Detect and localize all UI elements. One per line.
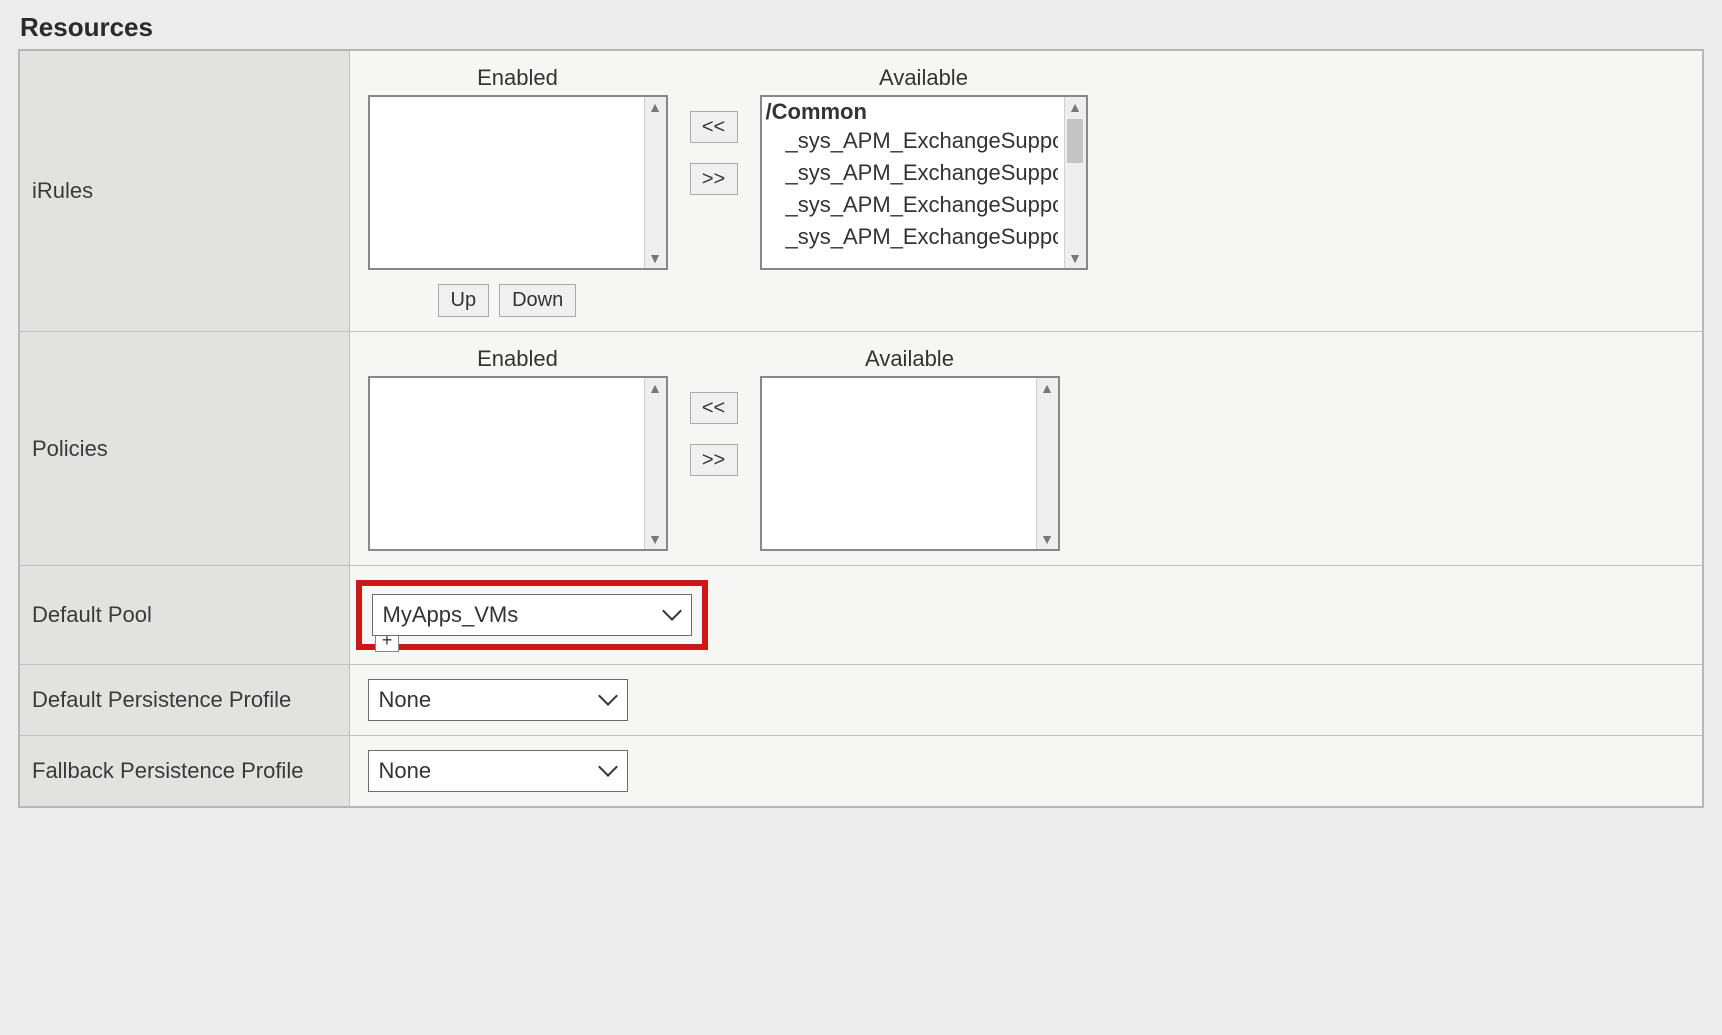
- scrollbar[interactable]: ▲ ▼: [1064, 97, 1086, 268]
- move-left-button[interactable]: <<: [690, 111, 738, 143]
- move-left-button[interactable]: <<: [690, 392, 738, 424]
- policies-available-label: Available: [865, 346, 954, 372]
- irules-label: iRules: [32, 178, 93, 203]
- default-pool-content: MyApps_VMs: [349, 566, 1703, 665]
- irules-label-cell: iRules: [19, 50, 349, 332]
- section-title: Resources: [20, 12, 1704, 43]
- irules-enabled-label: Enabled: [477, 65, 558, 91]
- default-persistence-select[interactable]: None: [368, 679, 628, 721]
- default-persistence-row: Default Persistence Profile None: [19, 665, 1703, 736]
- irules-content: Enabled ▲ ▼ << >> Available: [349, 50, 1703, 332]
- scroll-down-icon[interactable]: ▼: [1068, 248, 1082, 268]
- default-persistence-content: None: [349, 665, 1703, 736]
- fallback-persistence-label: Fallback Persistence Profile: [32, 758, 303, 783]
- fallback-persistence-select[interactable]: None: [368, 750, 628, 792]
- default-pool-row: Default Pool + MyApps_VMs: [19, 566, 1703, 665]
- scroll-down-icon[interactable]: ▼: [648, 529, 662, 549]
- policies-content: Enabled ▲ ▼ << >> Available: [349, 332, 1703, 566]
- resources-table: iRules Enabled ▲ ▼ <<: [18, 49, 1704, 808]
- chevron-down-icon: [601, 695, 617, 705]
- list-item[interactable]: _sys_APM_ExchangeSupport_OA: [768, 157, 1058, 189]
- scrollbar[interactable]: ▲ ▼: [644, 97, 666, 268]
- scroll-up-icon[interactable]: ▲: [1068, 97, 1082, 117]
- list-item[interactable]: _sys_APM_ExchangeSupport_ma: [768, 221, 1058, 253]
- scroll-thumb[interactable]: [1067, 119, 1083, 163]
- scrollbar[interactable]: ▲ ▼: [644, 378, 666, 549]
- irules-enabled-listbox[interactable]: ▲ ▼: [368, 95, 668, 270]
- list-item[interactable]: _sys_APM_ExchangeSupport_he: [768, 189, 1058, 221]
- list-item[interactable]: _sys_APM_ExchangeSupport_OA: [768, 125, 1058, 157]
- policies-label-cell: Policies: [19, 332, 349, 566]
- fallback-persistence-row: Fallback Persistence Profile None: [19, 736, 1703, 808]
- fallback-persistence-content: None: [349, 736, 1703, 808]
- default-persistence-value: None: [379, 687, 432, 713]
- move-right-button[interactable]: >>: [690, 444, 738, 476]
- scrollbar[interactable]: ▲ ▼: [1036, 378, 1058, 549]
- policies-enabled-label: Enabled: [477, 346, 558, 372]
- down-button[interactable]: Down: [499, 284, 576, 317]
- scroll-up-icon[interactable]: ▲: [648, 97, 662, 117]
- policies-available-listbox[interactable]: ▲ ▼: [760, 376, 1060, 551]
- available-group-label: /Common: [766, 99, 1058, 125]
- default-persistence-label: Default Persistence Profile: [32, 687, 291, 712]
- fallback-persistence-value: None: [379, 758, 432, 784]
- default-pool-label-cell: Default Pool +: [19, 566, 349, 665]
- move-right-button[interactable]: >>: [690, 163, 738, 195]
- irules-row: iRules Enabled ▲ ▼ <<: [19, 50, 1703, 332]
- scroll-up-icon[interactable]: ▲: [648, 378, 662, 398]
- up-button[interactable]: Up: [438, 284, 490, 317]
- policies-row: Policies Enabled ▲ ▼ <<: [19, 332, 1703, 566]
- policies-enabled-listbox[interactable]: ▲ ▼: [368, 376, 668, 551]
- irules-available-listbox[interactable]: /Common _sys_APM_ExchangeSupport_OA _sys…: [760, 95, 1088, 270]
- default-persistence-label-cell: Default Persistence Profile: [19, 665, 349, 736]
- default-pool-label: Default Pool: [32, 602, 152, 627]
- irules-available-label: Available: [879, 65, 968, 91]
- scroll-down-icon[interactable]: ▼: [1040, 529, 1054, 549]
- default-pool-select[interactable]: MyApps_VMs: [372, 594, 692, 636]
- chevron-down-icon: [665, 610, 681, 620]
- fallback-persistence-label-cell: Fallback Persistence Profile: [19, 736, 349, 808]
- highlight-frame: MyApps_VMs: [356, 580, 708, 650]
- chevron-down-icon: [601, 766, 617, 776]
- scroll-up-icon[interactable]: ▲: [1040, 378, 1054, 398]
- policies-label: Policies: [32, 436, 108, 461]
- default-pool-value: MyApps_VMs: [383, 602, 519, 628]
- scroll-down-icon[interactable]: ▼: [648, 248, 662, 268]
